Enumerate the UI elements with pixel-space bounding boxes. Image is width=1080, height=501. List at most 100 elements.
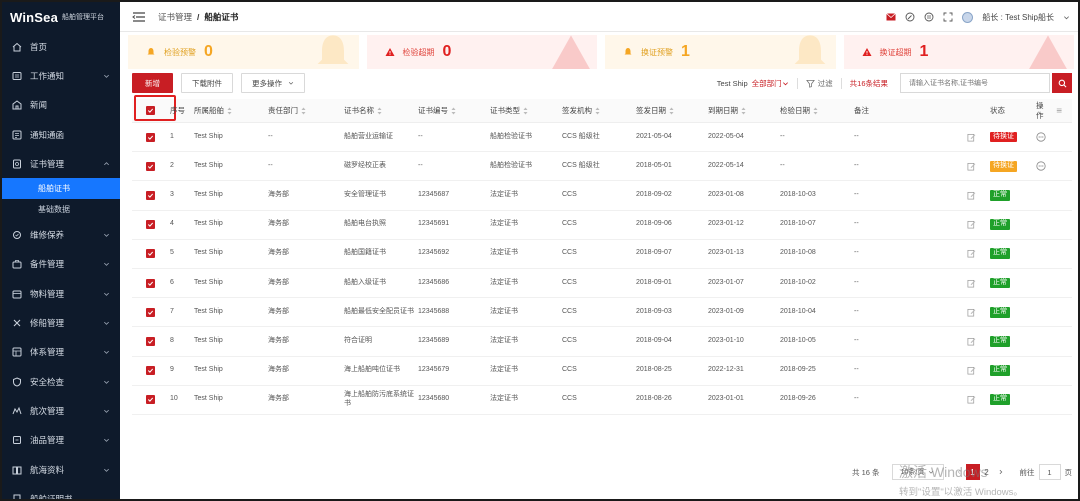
sidebar-item-nautical-docs[interactable]: 航海资料: [2, 455, 120, 484]
edit-cell: [967, 123, 981, 151]
sidebar-item-certificate[interactable]: 证书管理: [2, 149, 120, 178]
compass-icon[interactable]: [905, 12, 915, 22]
chevron-down-icon[interactable]: [1063, 14, 1070, 21]
avatar[interactable]: [962, 11, 974, 23]
sidebar-item-oil[interactable]: 油品管理: [2, 426, 120, 455]
next-page-button[interactable]: [994, 464, 1008, 480]
table-row[interactable]: 4 Test Ship 海务部 船舶电台执照 12345691 法定证书 CCS 2018-0…: [132, 211, 1072, 240]
goto-page-input[interactable]: 1: [1038, 464, 1061, 480]
user-name[interactable]: 船长 : Test Ship船长: [982, 12, 1054, 23]
table-row[interactable]: 9 Test Ship 海务部 海上船舶吨位证书 12345679 法定证书 CCS 2018…: [132, 357, 1072, 386]
header-check-date[interactable]: 检验日期: [780, 99, 852, 122]
sidebar-item-news[interactable]: 新闻: [2, 91, 120, 120]
sidebar-item-ship-cert-doc[interactable]: 船舶证明书: [2, 484, 120, 499]
edit-icon[interactable]: [967, 395, 976, 404]
download-attachment-button[interactable]: 下载附件: [181, 73, 233, 93]
sidebar-item-ship-repair[interactable]: 修船管理: [2, 308, 120, 337]
sidebar-item-spare-parts[interactable]: 备件管理: [2, 250, 120, 279]
cell-dept: 海务部: [268, 366, 289, 374]
table-row[interactable]: 8 Test Ship 海务部 符合证明 12345689 法定证书 CCS 2018-09-…: [132, 327, 1072, 357]
header-label: 责任部门: [268, 105, 298, 115]
cell-name: 磁罗经校正表: [344, 161, 386, 169]
sidebar-subitem-basic-data[interactable]: 基础数据: [2, 199, 120, 220]
search-input[interactable]: [900, 73, 1050, 93]
add-button[interactable]: 新增: [132, 73, 173, 93]
header-issue-date[interactable]: 签发日期: [636, 99, 708, 122]
row-checkbox[interactable]: [146, 366, 155, 376]
more-actions-dropdown[interactable]: 更多操作: [241, 73, 305, 93]
chevron-down-icon: [104, 409, 109, 413]
row-checkbox[interactable]: [146, 161, 155, 171]
row-checkbox[interactable]: [146, 220, 155, 230]
breadcrumb-parent[interactable]: 证书管理: [158, 12, 192, 22]
cell-code: 12345689: [418, 337, 450, 345]
header-expire-date[interactable]: 到期日期: [708, 99, 780, 122]
filter-button[interactable]: 过滤: [796, 77, 833, 89]
status-cell: 正常: [990, 298, 1030, 326]
edit-icon[interactable]: [967, 162, 976, 171]
menu-toggle-icon[interactable]: [132, 11, 146, 22]
sidebar-item-bulletin[interactable]: 通知通函: [2, 120, 120, 149]
prev-page-button[interactable]: [952, 464, 966, 480]
department-selector[interactable]: 全部部门: [752, 78, 789, 89]
stat-inspection-overdue[interactable]: 检验超期 0: [366, 35, 597, 69]
more-icon[interactable]: [1036, 132, 1046, 142]
edit-icon[interactable]: [967, 191, 976, 200]
sidebar-item-safety-check[interactable]: 安全检查: [2, 367, 120, 396]
edit-icon[interactable]: [967, 366, 976, 375]
table-row[interactable]: 7 Test Ship 海务部 船舶最低安全配员证书 12345688 法定证书 CCS 20…: [132, 298, 1072, 328]
row-checkbox-cell: [146, 152, 166, 180]
cell-check-date: 2018-09-26: [780, 395, 816, 403]
table-row[interactable]: 2 Test Ship -- 磁罗经校正表 -- 船舶检验证书 CCS 船级社 2018-05…: [132, 152, 1072, 182]
header-dept[interactable]: 责任部门: [268, 99, 340, 122]
header-ship[interactable]: 所属船舶: [194, 99, 268, 122]
stat-renewal-overdue[interactable]: 换证超期 1: [843, 35, 1074, 69]
cell-note: --: [854, 249, 859, 257]
select-all-checkbox[interactable]: [146, 106, 155, 115]
header-name[interactable]: 证书名称: [344, 99, 416, 122]
table-row[interactable]: 1 Test Ship -- 船舶营业运输证 -- 船舶检验证书 CCS 船级社 2021-0…: [132, 123, 1072, 153]
table-row[interactable]: 10 Test Ship 海务部 海上船舶防污底系统证书 12345680 法定证书 CCS…: [132, 386, 1072, 415]
edit-icon[interactable]: [967, 308, 976, 317]
row-checkbox[interactable]: [146, 336, 155, 346]
page-size-select[interactable]: 10条/页: [891, 464, 944, 480]
ship-selector[interactable]: Test Ship: [717, 79, 748, 88]
table-row[interactable]: 5 Test Ship 海务部 船舶国籍证书 12345692 法定证书 CCS 2018-0…: [132, 240, 1072, 269]
edit-icon[interactable]: [967, 220, 976, 229]
sidebar-subitem-ship-certificate[interactable]: 船舶证书: [2, 178, 120, 200]
page-button-next[interactable]: 2: [980, 464, 994, 480]
sidebar-item-work-notice[interactable]: 工作通知: [2, 61, 120, 90]
header-code[interactable]: 证书编号: [418, 99, 490, 122]
sidebar: WinSea 船舶管理平台 首页 工作通知 新闻 通知通函 证书管理 船舶证书 …: [2, 2, 120, 499]
fullscreen-icon[interactable]: [943, 12, 953, 22]
edit-icon[interactable]: [967, 249, 976, 258]
header-org[interactable]: 签发机构: [562, 99, 634, 122]
row-checkbox[interactable]: [146, 307, 155, 317]
row-checkbox[interactable]: [146, 190, 155, 200]
row-checkbox[interactable]: [146, 278, 155, 288]
sidebar-item-maintenance[interactable]: 维修保养: [2, 220, 120, 249]
edit-icon[interactable]: [967, 337, 976, 346]
language-icon[interactable]: [924, 12, 934, 22]
header-type[interactable]: 证书类型: [490, 99, 562, 122]
search-button[interactable]: [1052, 73, 1072, 93]
edit-icon[interactable]: [967, 279, 976, 288]
sidebar-item-voyage[interactable]: 航次管理: [2, 396, 120, 425]
more-icon[interactable]: [1036, 161, 1046, 171]
stat-renewal-warning[interactable]: 换证预警 1: [605, 35, 836, 69]
status-cell: 待换证: [990, 123, 1030, 151]
row-checkbox[interactable]: [146, 395, 155, 405]
table-row[interactable]: 3 Test Ship 海务部 安全管理证书 12345687 法定证书 CCS 2018-0…: [132, 181, 1072, 211]
sidebar-item-system[interactable]: 体系管理: [2, 338, 120, 367]
table-row[interactable]: 6 Test Ship 海务部 船舶入级证书 12345686 法定证书 CCS 2018-0…: [132, 269, 1072, 299]
stat-inspection-warning[interactable]: 检验预警 0: [128, 35, 359, 69]
column-settings-icon[interactable]: [1056, 107, 1062, 114]
row-checkbox[interactable]: [146, 132, 155, 142]
edit-icon[interactable]: [967, 133, 976, 142]
page-button-current[interactable]: 1: [965, 464, 980, 480]
cell-check-date: 2018-10-03: [780, 191, 816, 199]
sidebar-item-home[interactable]: 首页: [2, 32, 120, 61]
mail-icon[interactable]: [886, 12, 897, 22]
row-checkbox[interactable]: [146, 249, 155, 259]
sidebar-item-materials[interactable]: 物料管理: [2, 279, 120, 308]
